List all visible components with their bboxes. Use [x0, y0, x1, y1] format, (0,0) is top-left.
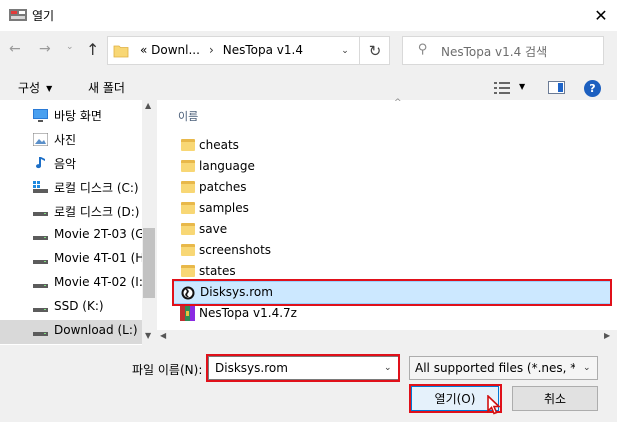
nav-item-label: Movie 4T-02 (I:)	[54, 275, 148, 289]
nav-item-drive-c[interactable]: 로컬 디스크 (C:)	[0, 176, 142, 200]
title-bar	[0, 0, 617, 31]
folder-icon	[113, 45, 129, 58]
folder-icon	[181, 202, 195, 214]
drive-icon	[33, 212, 48, 216]
nav-item-label: 로컬 디스크 (D:)	[54, 205, 140, 219]
view-options-caret-icon[interactable]: ▼	[519, 82, 525, 91]
folder-icon	[181, 265, 195, 277]
view-options-icon[interactable]	[494, 82, 510, 94]
nav-item-label: SSD (K:)	[54, 299, 104, 313]
desktop-icon	[33, 109, 48, 122]
breadcrumb-item-nestopa[interactable]: NesTopa v1.4	[223, 43, 303, 57]
nav-item-drive-d[interactable]: 로컬 디스크 (D:)	[0, 200, 142, 224]
file-name: save	[199, 222, 228, 236]
up-folder-button[interactable]: ↑	[86, 40, 99, 59]
folder-icon	[181, 223, 195, 235]
breadcrumb-item-download[interactable]: « Downl...	[140, 43, 200, 57]
scroll-right-icon[interactable]: ▶	[604, 331, 610, 340]
cancel-button[interactable]: 취소	[512, 386, 598, 411]
search-placeholder: NesTopa v1.4 검색	[441, 45, 548, 59]
selected-file-highlight	[172, 279, 612, 306]
nav-item-label: Movie 4T-01 (H	[54, 251, 145, 265]
folder-icon	[181, 160, 195, 172]
navigation-pane: 바탕 화면 사진 음악 로컬 디스크 (C:) 로컬 디스크 (D:) Movi…	[0, 100, 156, 345]
organize-button[interactable]: 구성 ▼	[18, 79, 52, 96]
file-name: samples	[199, 201, 249, 215]
breadcrumb: « Downl... › NesTopa v1.4	[140, 43, 303, 57]
nav-item-drive-l[interactable]: Download (L:)	[0, 320, 142, 344]
mouse-cursor-icon	[487, 395, 501, 415]
file-name: language	[199, 159, 255, 173]
help-button[interactable]: ?	[584, 80, 601, 97]
file-type-dropdown-icon[interactable]: ⌄	[583, 363, 591, 373]
refresh-button[interactable]: ↻	[359, 36, 390, 65]
nav-item-label: 바탕 화면	[54, 109, 102, 123]
music-icon	[36, 157, 45, 169]
nav-item-drive-k[interactable]: SSD (K:)	[0, 296, 142, 320]
file-row-save[interactable]: save	[172, 219, 611, 240]
drive-icon	[33, 284, 48, 288]
file-row-nestopa-archive[interactable]: NesTopa v1.4.7z	[172, 303, 611, 324]
back-button[interactable]: ←	[9, 41, 21, 57]
address-dropdown-icon[interactable]: ⌄	[332, 36, 358, 65]
nav-item-label: Download (L:)	[54, 323, 138, 337]
nav-item-drive-g[interactable]: Movie 2T-03 (G	[0, 224, 145, 248]
file-row-patches[interactable]: patches	[172, 177, 611, 198]
file-type-select[interactable]: All supported files (*.nes, *.rom ⌄	[409, 356, 598, 380]
archive-7z-icon	[180, 306, 195, 321]
organize-label: 구성	[18, 81, 41, 95]
file-type-value: All supported files (*.nes, *.rom	[415, 361, 575, 375]
system-drive-icon	[33, 181, 48, 193]
nav-item-drive-h[interactable]: Movie 4T-01 (H	[0, 248, 145, 272]
breadcrumb-separator-icon[interactable]: ›	[209, 43, 214, 57]
file-row-samples[interactable]: samples	[172, 198, 611, 219]
drive-icon	[33, 332, 48, 336]
nav-item-drive-i[interactable]: Movie 4T-02 (I:)	[0, 272, 148, 296]
nav-item-music[interactable]: 음악	[0, 152, 142, 176]
nav-item-label: Movie 2T-03 (G	[54, 227, 145, 241]
folder-icon	[181, 181, 195, 193]
recent-locations-chevron-icon[interactable]: ⌄	[66, 42, 74, 52]
preview-pane-icon[interactable]	[548, 81, 565, 94]
file-row-language[interactable]: language	[172, 156, 611, 177]
drive-icon	[33, 308, 48, 312]
scroll-up-icon[interactable]: ▲	[145, 101, 151, 110]
window-app-icon	[9, 9, 27, 21]
file-name: patches	[199, 180, 247, 194]
file-row-cheats[interactable]: cheats	[172, 135, 611, 156]
nav-item-pictures[interactable]: 사진	[0, 128, 142, 152]
file-list-horizontal-scrollbar[interactable]	[157, 330, 617, 345]
file-name: NesTopa v1.4.7z	[199, 306, 297, 320]
close-button[interactable]: ✕	[587, 2, 615, 28]
forward-button[interactable]: →	[39, 41, 51, 57]
drive-icon	[33, 260, 48, 264]
nav-scroll-thumb[interactable]	[143, 228, 155, 298]
file-name: states	[199, 264, 236, 278]
file-name: screenshots	[199, 243, 272, 257]
folder-icon	[181, 139, 195, 151]
nav-item-label: 음악	[54, 157, 77, 171]
sort-ascending-icon: ^	[394, 98, 402, 108]
window-title: 열기	[32, 9, 55, 23]
nav-item-label: 사진	[54, 133, 77, 147]
drive-icon	[33, 236, 48, 240]
file-row-screenshots[interactable]: screenshots	[172, 240, 611, 261]
nav-pane-scrollbar[interactable]	[142, 100, 156, 345]
search-input[interactable]: ⚲ NesTopa v1.4 검색	[402, 36, 604, 65]
filename-label: 파일 이름(N):	[132, 363, 203, 377]
pictures-icon	[33, 133, 48, 146]
scroll-down-icon[interactable]: ▼	[145, 331, 151, 340]
nav-item-desktop[interactable]: 바탕 화면	[0, 104, 142, 128]
search-icon: ⚲	[418, 42, 428, 57]
filename-input-highlight	[206, 354, 400, 382]
nav-item-label: 로컬 디스크 (C:)	[54, 181, 139, 195]
scroll-left-icon[interactable]: ◀	[160, 331, 166, 340]
folder-icon	[181, 244, 195, 256]
new-folder-button[interactable]: 새 폴더	[88, 79, 125, 96]
file-name: cheats	[199, 138, 239, 152]
column-header-name[interactable]: 이름	[178, 108, 198, 124]
organize-caret-icon: ▼	[46, 84, 53, 93]
